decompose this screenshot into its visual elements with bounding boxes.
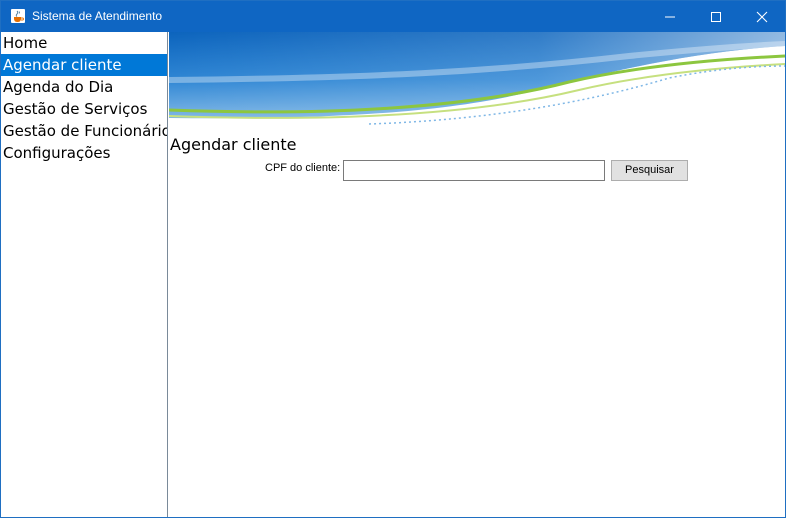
sidebar-item-configuracoes[interactable]: Configurações [1,142,167,164]
close-icon [756,11,768,23]
minimize-button[interactable] [647,1,693,32]
sidebar-item-agenda-do-dia[interactable]: Agenda do Dia [1,76,167,98]
sidebar-item-agendar-cliente[interactable]: Agendar cliente [1,54,167,76]
navigation-sidebar: Home Agendar cliente Agenda do Dia Gestã… [1,32,168,517]
close-button[interactable] [739,1,785,32]
main-panel: Agendar cliente CPF do cliente: Pesquisa… [169,32,785,517]
header-banner-image [169,32,785,125]
window-title: Sistema de Atendimento [32,9,163,23]
app-window: Sistema de Atendimento Home Agendar clie… [0,0,786,518]
cpf-input[interactable] [343,160,605,181]
page-title: Agendar cliente [170,135,297,154]
search-button[interactable]: Pesquisar [611,160,688,181]
maximize-button[interactable] [693,1,739,32]
sidebar-item-home[interactable]: Home [1,32,167,54]
cpf-label: CPF do cliente: [265,162,341,174]
maximize-icon [711,12,721,22]
sidebar-item-gestao-servicos[interactable]: Gestão de Serviços [1,98,167,120]
java-coffee-icon[interactable] [10,8,26,24]
minimize-icon [665,16,675,18]
title-bar[interactable]: Sistema de Atendimento [1,1,785,32]
sidebar-item-gestao-funcionarios[interactable]: Gestão de Funcionários [1,120,167,142]
